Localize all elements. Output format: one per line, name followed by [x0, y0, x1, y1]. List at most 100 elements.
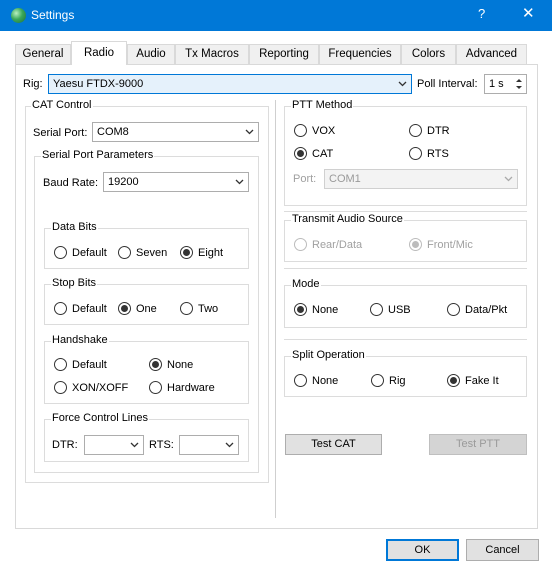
- handshake-hardware-radio[interactable]: Hardware: [149, 381, 215, 394]
- close-icon[interactable]: ✕: [522, 4, 535, 22]
- serial-port-label: Serial Port:: [33, 127, 88, 139]
- split-fake-it-radio[interactable]: Fake It: [447, 374, 499, 387]
- radio-icon: [409, 124, 422, 137]
- split-none-radio[interactable]: None: [294, 374, 338, 387]
- chevron-down-icon: [235, 178, 244, 186]
- stop-bits-title: Stop Bits: [51, 277, 98, 289]
- chevron-down-icon: [245, 128, 254, 136]
- tab-general[interactable]: General: [15, 44, 71, 64]
- ptt-rts-radio[interactable]: RTS: [409, 147, 449, 160]
- handshake-title: Handshake: [51, 334, 109, 346]
- separator: [284, 268, 527, 269]
- ok-button[interactable]: OK: [386, 539, 459, 561]
- window-title: Settings: [31, 8, 75, 22]
- tab-tx-macros[interactable]: Tx Macros: [175, 44, 249, 64]
- radio-checked-icon: [118, 302, 131, 315]
- tab-advanced[interactable]: Advanced: [456, 44, 527, 64]
- radio-icon: [371, 374, 384, 387]
- force-control-lines-title: Force Control Lines: [51, 412, 149, 424]
- rig-select[interactable]: Yaesu FTDX-9000: [48, 74, 412, 94]
- radio-checked-icon: [180, 246, 193, 259]
- mode-data-pkt-radio[interactable]: Data/Pkt: [447, 303, 507, 316]
- app-icon: [11, 8, 26, 23]
- serial-port-value: COM8: [97, 126, 129, 138]
- chevron-down-icon: [225, 441, 234, 449]
- rts-label: RTS:: [149, 439, 174, 451]
- dtr-label: DTR:: [52, 439, 78, 451]
- tab-frequencies[interactable]: Frequencies: [319, 44, 401, 64]
- chevron-down-icon: [398, 80, 407, 88]
- mode-title: Mode: [291, 278, 321, 290]
- cat-control-title: CAT Control: [31, 99, 93, 111]
- serial-port-select[interactable]: COM8: [92, 122, 259, 142]
- ptt-port-value: COM1: [329, 173, 361, 185]
- radio-checked-icon: [294, 147, 307, 160]
- handshake-xonxoff-radio[interactable]: XON/XOFF: [54, 381, 128, 394]
- ptt-method-title: PTT Method: [291, 99, 354, 111]
- rig-value: Yaesu FTDX-9000: [53, 78, 144, 90]
- baud-rate-value: 19200: [108, 176, 139, 188]
- tab-audio[interactable]: Audio: [127, 44, 175, 64]
- tab-radio[interactable]: Radio: [71, 41, 127, 65]
- poll-interval-label: Poll Interval:: [417, 78, 478, 90]
- radio-icon: [180, 302, 193, 315]
- radio-checked-icon: [447, 374, 460, 387]
- separator: [284, 339, 527, 340]
- ptt-cat-radio[interactable]: CAT: [294, 147, 333, 160]
- radio-icon: [294, 374, 307, 387]
- ptt-port-select[interactable]: COM1: [324, 169, 518, 189]
- stop-bits-two-radio[interactable]: Two: [180, 302, 218, 315]
- rig-label: Rig:: [23, 78, 43, 90]
- tab-colors[interactable]: Colors: [401, 44, 456, 64]
- cancel-button[interactable]: Cancel: [466, 539, 539, 561]
- serial-port-params-title: Serial Port Parameters: [41, 149, 155, 161]
- radio-icon: [54, 246, 67, 259]
- split-operation-title: Split Operation: [291, 349, 366, 361]
- separator: [284, 211, 527, 212]
- poll-interval-spinbox[interactable]: 1 s: [484, 74, 527, 94]
- spin-arrows-icon[interactable]: [513, 76, 525, 92]
- data-bits-title: Data Bits: [51, 221, 98, 233]
- stop-bits-default-radio[interactable]: Default: [54, 302, 107, 315]
- poll-interval-value: 1 s: [489, 78, 504, 90]
- radio-icon: [294, 124, 307, 137]
- chevron-down-icon: [130, 441, 139, 449]
- radio-icon: [54, 302, 67, 315]
- radio-icon: [370, 303, 383, 316]
- ptt-port-label: Port:: [293, 173, 317, 185]
- mode-usb-radio[interactable]: USB: [370, 303, 411, 316]
- mode-none-radio[interactable]: None: [294, 303, 338, 316]
- rts-select[interactable]: [179, 435, 239, 455]
- help-button[interactable]: ?: [478, 6, 485, 21]
- data-bits-default-radio[interactable]: Default: [54, 246, 107, 259]
- radio-checked-icon: [149, 358, 162, 371]
- data-bits-eight-radio[interactable]: Eight: [180, 246, 223, 259]
- handshake-group: [44, 341, 249, 404]
- dtr-select[interactable]: [84, 435, 144, 455]
- test-ptt-button[interactable]: Test PTT: [429, 434, 527, 455]
- baud-rate-select[interactable]: 19200: [103, 172, 249, 192]
- test-cat-button[interactable]: Test CAT: [285, 434, 382, 455]
- audio-rear-data-radio[interactable]: Rear/Data: [294, 238, 362, 251]
- ptt-dtr-radio[interactable]: DTR: [409, 124, 450, 137]
- stop-bits-one-radio[interactable]: One: [118, 302, 157, 315]
- column-divider: [275, 100, 276, 518]
- transmit-audio-source-title: Transmit Audio Source: [291, 213, 404, 225]
- radio-checked-icon: [409, 238, 422, 251]
- radio-icon: [409, 147, 422, 160]
- radio-icon: [447, 303, 460, 316]
- ptt-vox-radio[interactable]: VOX: [294, 124, 335, 137]
- split-rig-radio[interactable]: Rig: [371, 374, 406, 387]
- data-bits-seven-radio[interactable]: Seven: [118, 246, 167, 259]
- tab-reporting[interactable]: Reporting: [249, 44, 319, 64]
- chevron-down-icon: [504, 175, 513, 183]
- radio-icon: [149, 381, 162, 394]
- handshake-none-radio[interactable]: None: [149, 358, 193, 371]
- radio-icon: [54, 358, 67, 371]
- radio-icon: [118, 246, 131, 259]
- audio-front-mic-radio[interactable]: Front/Mic: [409, 238, 473, 251]
- title-bar: Settings ? ✕: [0, 0, 552, 31]
- baud-rate-label: Baud Rate:: [43, 177, 99, 189]
- handshake-default-radio[interactable]: Default: [54, 358, 107, 371]
- radio-icon: [294, 238, 307, 251]
